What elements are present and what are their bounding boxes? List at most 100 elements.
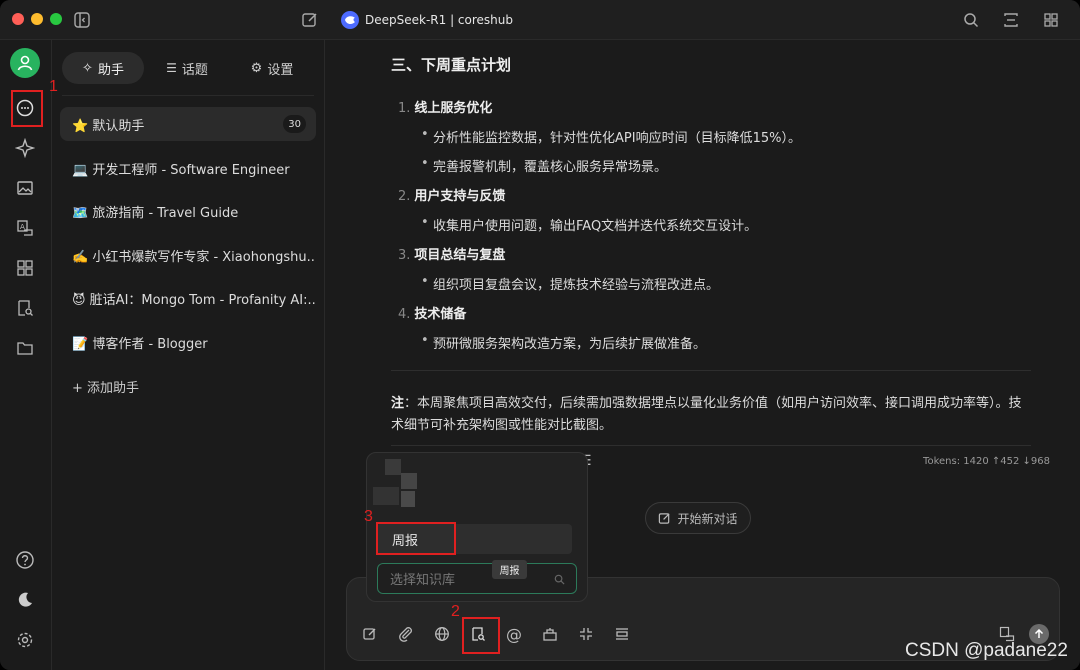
search-placeholder: 选择知识库 [390, 573, 456, 588]
tab-settings[interactable]: ⚙ 设置 [230, 52, 314, 84]
assistant-label: 😈 脏话AI：Mongo Tom - Profanity AI:... [72, 292, 316, 308]
new-topic-icon[interactable] [359, 623, 381, 645]
knowledge-search-input[interactable]: 选择知识库 [377, 563, 577, 594]
note-label: 注 [391, 396, 405, 411]
blurred-content [401, 491, 415, 507]
plan-bullet: 完善报警机制，覆盖核心服务异常场景。 [421, 156, 667, 175]
topic-count-badge: 30 [283, 115, 306, 133]
assistant-item-xiaohongshu[interactable]: ✍️ 小红书爆款写作专家 - Xiaohongshu... [60, 238, 316, 272]
watermark: CSDN @padane22 [905, 640, 1068, 661]
list-icon: ☰ [166, 61, 177, 75]
sparkle-icon[interactable] [14, 137, 36, 159]
expand-icon[interactable] [575, 623, 597, 645]
annotation-number: 3 [364, 508, 373, 525]
sidebar-toggle-icon[interactable] [72, 10, 92, 30]
knowledge-base-icon[interactable] [14, 297, 36, 319]
user-avatar[interactable] [10, 48, 40, 78]
assistant-label: 💻 开发工程师 - Software Engineer [72, 162, 290, 178]
item-title: 项目总结与复盘 [414, 248, 506, 263]
plan-item: 2. 用户支持与反馈 [398, 185, 505, 204]
item-number: 1. [398, 101, 411, 116]
moon-icon[interactable] [14, 589, 36, 611]
folder-icon[interactable] [14, 337, 36, 359]
new-chat-button[interactable]: 开始新对话 [645, 502, 751, 534]
item-number: 2. [398, 189, 411, 204]
icon-rail: A [0, 40, 52, 670]
plan-item: 3. 项目总结与复盘 [398, 244, 505, 263]
gear-icon: ⚙ [250, 60, 263, 76]
tab-label: 设置 [267, 62, 294, 78]
token-count: Tokens: 1420 ↑452 ↓968 [923, 456, 1050, 467]
search-icon [554, 574, 565, 585]
layout-toggle-icon[interactable] [1001, 10, 1021, 30]
plan-bullet: 收集用户使用问题，输出FAQ文档并迭代系统交互设计。 [421, 215, 757, 234]
assistant-sidebar: ✧ 助手 ☰ 话题 ⚙ 设置 ⭐ 默认助手 30 💻 开发工程师 - Softw… [52, 40, 325, 670]
assistant-label: ✍️ 小红书爆款写作专家 - Xiaohongshu... [72, 249, 316, 265]
note-text: ：本周聚焦项目高效交付，后续需加强数据埋点以量化业务价值（如用户访问效率、接口调… [391, 396, 1022, 433]
arrow-up-icon [1034, 629, 1044, 638]
maximize-window-button[interactable] [50, 13, 62, 25]
plan-item: 1. 线上服务优化 [398, 97, 492, 116]
apps-grid-icon[interactable] [1041, 10, 1061, 30]
plan-bullet: 组织项目复盘会议，提炼技术经验与流程改进点。 [421, 274, 719, 293]
sparkle-icon: ✧ [82, 60, 93, 76]
note-paragraph: 注：本周聚焦项目高效交付，后续需加强数据埋点以量化业务价值（如用户访问效率、接口… [391, 393, 1031, 437]
assistant-item-mongo-tom[interactable]: 😈 脏话AI：Mongo Tom - Profanity AI:... [60, 281, 316, 315]
blurred-content [373, 487, 399, 505]
tab-label: 话题 [181, 62, 208, 78]
item-number: 3. [398, 248, 411, 263]
svg-text:A: A [20, 223, 25, 231]
assistant-item-software-engineer[interactable]: 💻 开发工程师 - Software Engineer [60, 151, 316, 185]
model-title[interactable]: DeepSeek-R1 | coreshub [341, 10, 513, 30]
assistant-item-default[interactable]: ⭐ 默认助手 30 [60, 107, 316, 141]
highlight-box-chat [11, 90, 43, 127]
plan-item: 4. 技术储备 [398, 303, 466, 322]
tab-label: 助手 [97, 62, 124, 78]
search-icon[interactable] [961, 10, 981, 30]
add-assistant-label: + 添加助手 [72, 380, 140, 396]
sidebar-tabs: ✧ 助手 ☰ 话题 ⚙ 设置 [62, 52, 314, 84]
assistant-label: 🗺️ 旅游指南 - Travel Guide [72, 205, 239, 221]
assistant-label: 📝 博客作者 - Blogger [72, 336, 208, 352]
highlight-box-knowledge [462, 617, 500, 654]
item-number: 4. [398, 307, 411, 322]
divider [391, 370, 1031, 371]
title-bar: DeepSeek-R1 | coreshub [0, 0, 1080, 40]
new-chat-edit-icon[interactable] [300, 10, 320, 30]
item-title: 技术储备 [414, 307, 467, 322]
assistant-item-travel-guide[interactable]: 🗺️ 旅游指南 - Travel Guide [60, 194, 316, 228]
assistant-label: ⭐ 默认助手 [72, 118, 145, 134]
edit-icon [659, 512, 671, 524]
annotation-number: 1 [49, 78, 58, 95]
plan-bullet: 预研微服务架构改造方案，为后续扩展做准备。 [421, 333, 706, 352]
tooltip: 周报 [492, 560, 527, 579]
deepseek-logo-icon [341, 11, 359, 29]
assistant-item-blogger[interactable]: 📝 博客作者 - Blogger [60, 325, 316, 359]
minimize-window-button[interactable] [31, 13, 43, 25]
tab-topics[interactable]: ☰ 话题 [144, 52, 230, 84]
clear-context-icon[interactable] [611, 623, 633, 645]
image-icon[interactable] [14, 177, 36, 199]
divider [62, 95, 314, 96]
web-search-globe-icon[interactable] [431, 623, 453, 645]
blurred-content [401, 473, 417, 489]
quick-phrase-icon[interactable] [539, 623, 561, 645]
tab-assistants[interactable]: ✧ 助手 [62, 52, 144, 84]
attachment-icon[interactable] [395, 623, 417, 645]
new-chat-label: 开始新对话 [677, 511, 738, 526]
translate-icon[interactable]: A [14, 217, 36, 239]
section-heading: 三、下周重点计划 [391, 56, 512, 74]
blurred-content [385, 459, 401, 475]
divider [391, 445, 1031, 446]
app-window: DeepSeek-R1 | coreshub A ✧ 助手 ☰ 话题 ⚙ 设置 … [0, 0, 1080, 670]
item-title: 用户支持与反馈 [414, 189, 506, 204]
apps-icon[interactable] [14, 257, 36, 279]
add-assistant-button[interactable]: + 添加助手 [60, 369, 316, 403]
close-window-button[interactable] [12, 13, 24, 25]
gear-icon[interactable] [14, 629, 36, 651]
annotation-number: 2 [451, 603, 460, 620]
mention-at-icon[interactable]: @ [503, 623, 525, 645]
model-title-text: DeepSeek-R1 | coreshub [365, 13, 514, 27]
help-icon[interactable] [14, 549, 36, 571]
plan-bullet: 分析性能监控数据，针对性优化API响应时间（目标降低15%）。 [421, 127, 801, 146]
